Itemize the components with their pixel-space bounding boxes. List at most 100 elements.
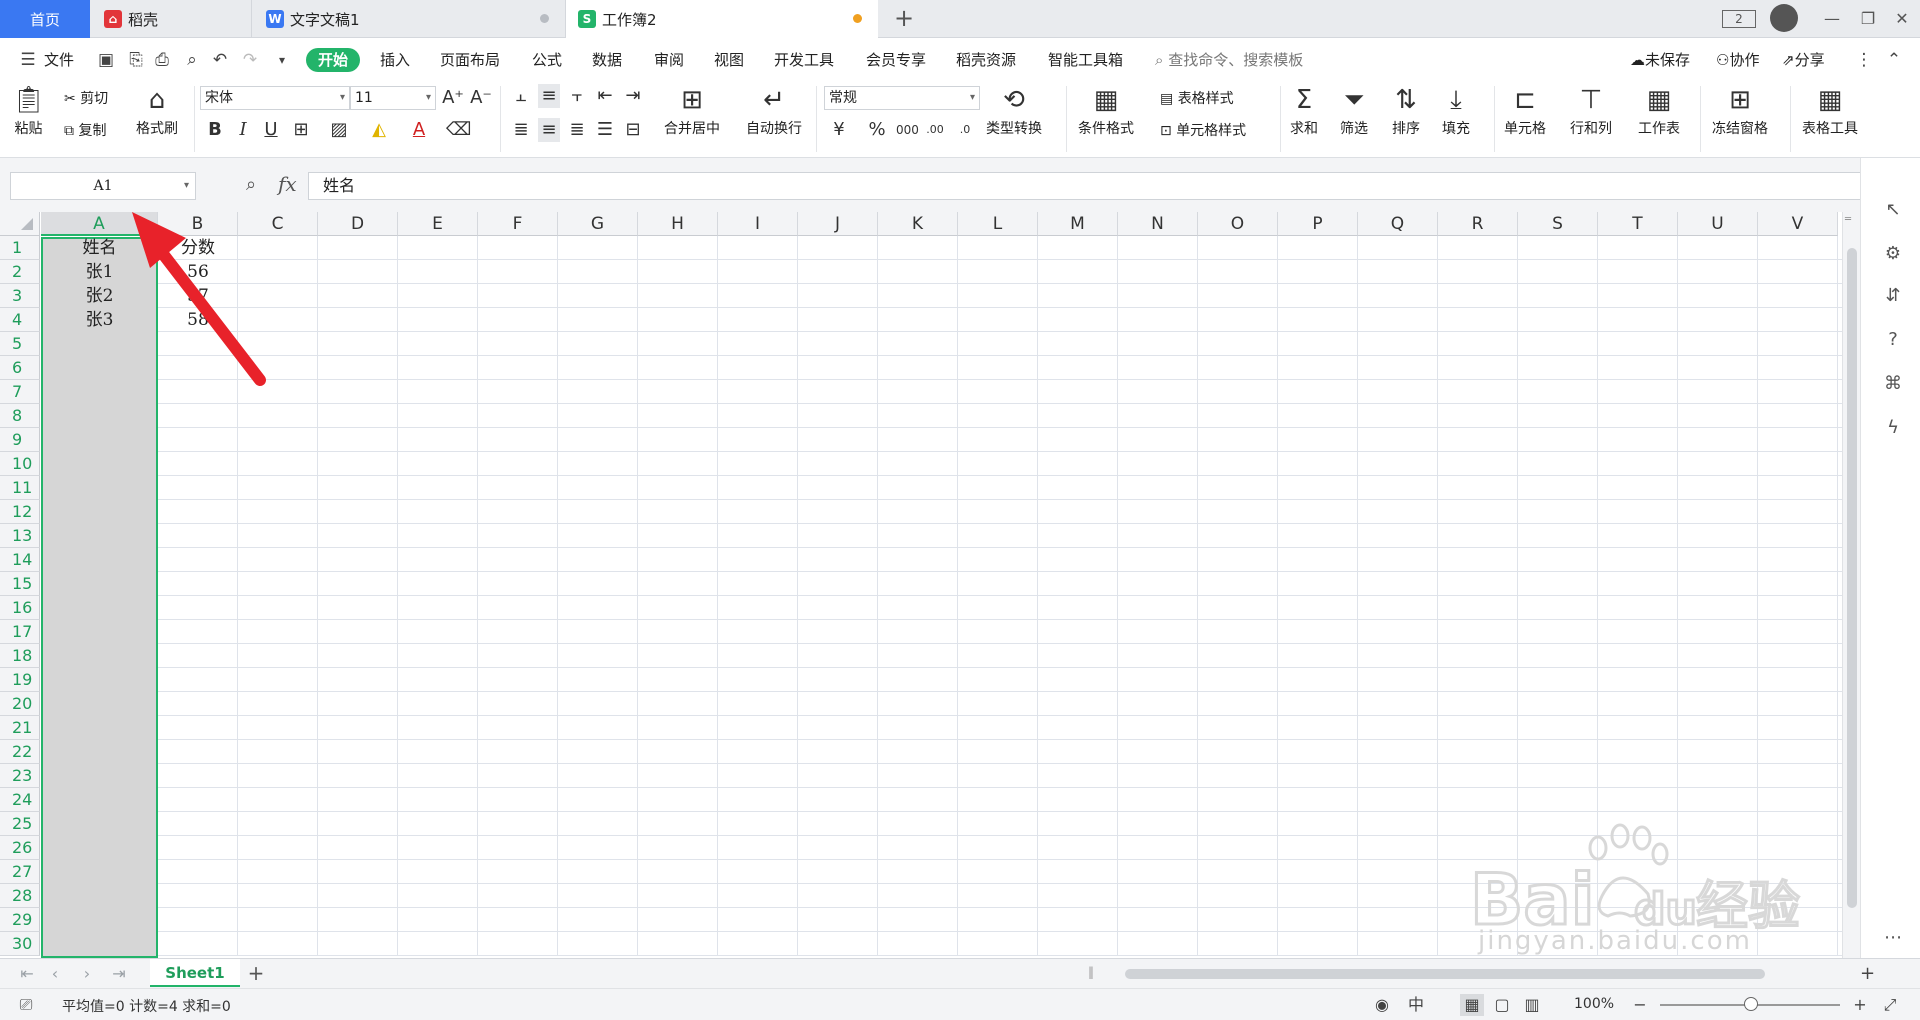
conditional-format-button[interactable]: ▦ 条件格式: [1078, 84, 1134, 138]
split-handle-icon[interactable]: ═: [1845, 214, 1851, 225]
row-header-26[interactable]: 26: [0, 836, 40, 860]
input-method-icon[interactable]: 中: [1404, 994, 1428, 1016]
font-name-select[interactable]: 宋体 ▾: [200, 86, 350, 110]
zoom-in-icon[interactable]: +: [1848, 994, 1872, 1016]
align-right-icon[interactable]: ≣: [566, 118, 588, 142]
row-header-19[interactable]: 19: [0, 668, 40, 692]
avatar[interactable]: [1770, 4, 1798, 32]
more-icon[interactable]: ⋮: [1854, 50, 1874, 70]
justify-icon[interactable]: ☰: [594, 118, 616, 142]
tab-workbook[interactable]: S 工作簿2: [566, 0, 878, 38]
cell-button[interactable]: ⊏ 单元格: [1504, 84, 1546, 138]
select-all-corner[interactable]: [0, 212, 40, 236]
menu-review[interactable]: 审阅: [654, 48, 684, 72]
tab-daoke[interactable]: ⌂ 稻壳: [92, 0, 252, 38]
row-header-7[interactable]: 7: [0, 380, 40, 404]
menu-start[interactable]: 开始: [306, 48, 361, 72]
cut-button[interactable]: ✂ 剪切: [64, 88, 108, 108]
menu-page-layout[interactable]: 页面布局: [440, 48, 500, 72]
italic-icon[interactable]: I: [232, 118, 254, 142]
pointer-icon[interactable]: ↖: [1881, 198, 1905, 222]
command-search[interactable]: ⌕ 查找命令、搜索模板: [1155, 48, 1303, 72]
border-icon[interactable]: ⊞: [290, 118, 312, 142]
bold-icon[interactable]: B: [204, 118, 226, 142]
underline-icon[interactable]: U: [260, 118, 282, 142]
collapse-ribbon-icon[interactable]: ⌃: [1884, 50, 1904, 70]
column-header-a[interactable]: A: [41, 212, 158, 236]
merge-center-button[interactable]: ⊞ 合并居中: [664, 84, 720, 138]
align-top-icon[interactable]: ⫠: [510, 84, 532, 108]
row-header-28[interactable]: 28: [0, 884, 40, 908]
add-sheet-button[interactable]: +: [244, 961, 268, 985]
redo-icon[interactable]: ↷: [240, 50, 260, 70]
fx-icon[interactable]: fx: [278, 172, 297, 196]
row-header-20[interactable]: 20: [0, 692, 40, 716]
share-button[interactable]: ⇗分享: [1782, 48, 1825, 72]
row-header-17[interactable]: 17: [0, 620, 40, 644]
unsaved-dot-icon[interactable]: [853, 14, 862, 23]
copy-button[interactable]: ⧉ 复制: [64, 120, 106, 140]
spreadsheet-grid[interactable]: ABCDEFGHIJKLMNOPQRSTUV 1 2 3 4 5 6 7 8 9 10 11 12 13…: [0, 212, 1842, 958]
row-header-29[interactable]: 29: [0, 908, 40, 932]
image-edit-icon[interactable]: ⌘: [1881, 372, 1905, 396]
fill-color-icon[interactable]: ◭: [368, 118, 390, 142]
zoom-out-icon[interactable]: −: [1628, 994, 1652, 1016]
column-header-n[interactable]: N: [1118, 212, 1198, 236]
fill-button[interactable]: ⤓ 填充: [1442, 84, 1470, 138]
worksheet-button[interactable]: ▦ 工作表: [1638, 84, 1680, 138]
menu-view[interactable]: 视图: [714, 48, 744, 72]
cell-a1[interactable]: 姓名: [41, 236, 158, 260]
font-size-select[interactable]: 11 ▾: [350, 86, 436, 110]
currency-icon[interactable]: ¥: [828, 118, 850, 142]
vertical-scrollbar[interactable]: ═: [1842, 212, 1860, 958]
more-dropdown-icon[interactable]: ▾: [272, 50, 292, 70]
vertical-scroll-thumb[interactable]: [1847, 248, 1857, 908]
cell-shade-icon[interactable]: ▨: [328, 118, 350, 142]
distribute-icon[interactable]: ⊟: [622, 118, 644, 142]
column-header-b[interactable]: B: [158, 212, 238, 236]
cell-a4[interactable]: 张3: [41, 308, 158, 332]
close-window-icon[interactable]: ✕: [1888, 6, 1916, 32]
wrap-text-button[interactable]: ↵ 自动换行: [746, 84, 802, 138]
row-header-23[interactable]: 23: [0, 764, 40, 788]
window-count-icon[interactable]: 2: [1722, 10, 1756, 28]
decrease-decimal-icon[interactable]: .0: [954, 118, 976, 142]
row-header-13[interactable]: 13: [0, 524, 40, 548]
settings-sliders-icon[interactable]: ⚙: [1881, 242, 1905, 266]
indent-increase-icon[interactable]: ⇥: [622, 84, 644, 108]
row-header-6[interactable]: 6: [0, 356, 40, 380]
menu-member[interactable]: 会员专享: [866, 48, 926, 72]
help-icon[interactable]: ?: [1881, 328, 1905, 352]
type-convert-button[interactable]: ⟲ 类型转换: [986, 84, 1042, 138]
align-middle-icon[interactable]: ≡: [538, 84, 560, 108]
menu-developer[interactable]: 开发工具: [774, 48, 834, 72]
undo-icon[interactable]: ↶: [210, 50, 230, 70]
column-header-i[interactable]: I: [718, 212, 798, 236]
column-header-k[interactable]: K: [878, 212, 958, 236]
more-dots-icon[interactable]: ⋯: [1881, 926, 1905, 950]
collab-button[interactable]: ⚇协作: [1716, 48, 1759, 72]
column-header-p[interactable]: P: [1278, 212, 1358, 236]
row-header-25[interactable]: 25: [0, 812, 40, 836]
percent-icon[interactable]: %: [866, 118, 888, 142]
horizontal-scroll-thumb[interactable]: [1125, 969, 1765, 979]
macro-record-icon[interactable]: ⎚: [14, 994, 38, 1016]
row-col-button[interactable]: ⊤ 行和列: [1570, 84, 1612, 138]
name-box[interactable]: A1 ▾: [10, 172, 196, 200]
column-header-s[interactable]: S: [1518, 212, 1598, 236]
print-preview-icon[interactable]: ⌕: [182, 50, 202, 70]
cell-style-button[interactable]: ⊡ 单元格样式: [1160, 120, 1246, 140]
thousands-icon[interactable]: 000: [896, 118, 919, 142]
row-header-27[interactable]: 27: [0, 860, 40, 884]
minimize-icon[interactable]: —: [1818, 6, 1846, 32]
menu-file[interactable]: 文件: [44, 48, 74, 72]
print-icon[interactable]: ⎙: [152, 50, 172, 70]
column-header-r[interactable]: R: [1438, 212, 1518, 236]
font-shrink-icon[interactable]: A⁻: [470, 86, 492, 110]
save-icon[interactable]: ▣: [96, 50, 116, 70]
column-header-d[interactable]: D: [318, 212, 398, 236]
indent-decrease-icon[interactable]: ⇤: [594, 84, 616, 108]
row-header-21[interactable]: 21: [0, 716, 40, 740]
align-center-icon[interactable]: ≡: [538, 118, 560, 142]
column-header-c[interactable]: C: [238, 212, 318, 236]
